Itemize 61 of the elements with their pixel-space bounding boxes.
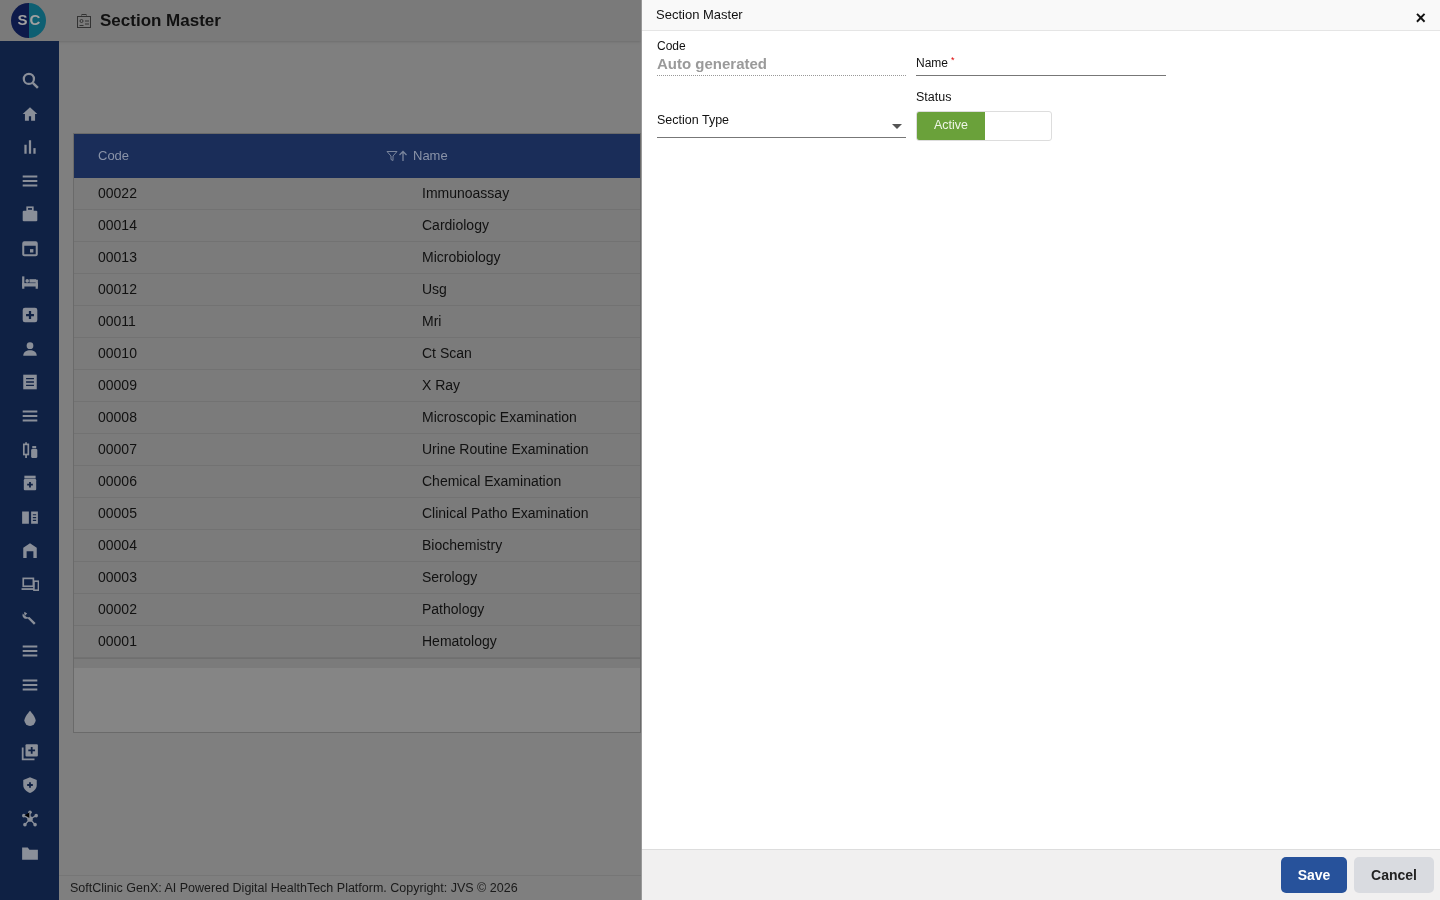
- calendar-icon[interactable]: [20, 238, 39, 257]
- briefcase-icon[interactable]: [20, 205, 39, 224]
- table-cell-text: 00007: [98, 440, 138, 459]
- copyright-text: SoftClinic GenX: AI Powered Digital HealthTech Platform. Copyright: JVS © 2026: [70, 879, 518, 897]
- table-cell-text: Microbiology: [422, 248, 501, 267]
- close-button[interactable]: ×: [1415, 9, 1426, 27]
- table-cell-text: 00010: [98, 344, 138, 363]
- table-cell-text: Usg: [422, 280, 447, 299]
- section-type-dropdown[interactable]: Section Type: [657, 88, 906, 138]
- table-cell-text: 00022: [98, 184, 138, 203]
- search-icon[interactable]: [20, 71, 39, 89]
- dropdown-caret-icon: [892, 124, 902, 129]
- save-button[interactable]: Save: [1281, 857, 1347, 893]
- table-cell-text: Serology: [422, 568, 478, 587]
- document-icon[interactable]: [20, 373, 39, 392]
- table-cell-text: 00012: [98, 280, 138, 299]
- table-cell-text: Pathology: [422, 600, 485, 619]
- table-cell-text: 00005: [98, 504, 138, 523]
- table-cell-text: 00008: [98, 408, 138, 427]
- page-title: Section Master: [100, 9, 221, 32]
- logo-letter: S: [11, 3, 29, 38]
- table-cell-text: 00013: [98, 248, 138, 267]
- table-cell-text: X Ray: [422, 376, 461, 395]
- table-cell-text: Urine Routine Examination: [422, 440, 589, 459]
- field-label: Name: [916, 55, 948, 72]
- table-cell-text: 00001: [98, 632, 138, 651]
- table-cell-text: Chemical Examination: [422, 472, 562, 491]
- table-cell-text: Clinical Patho Examination: [422, 504, 589, 523]
- table-cell-text: Mri: [422, 312, 442, 331]
- table-cell-text: 00002: [98, 600, 138, 619]
- building-icon[interactable]: [20, 541, 39, 560]
- shield-icon[interactable]: [20, 776, 39, 795]
- sort-arrow-icon[interactable]: [398, 150, 408, 162]
- required-mark: *: [951, 53, 955, 67]
- table-cell-text: Hematology: [422, 632, 497, 651]
- table-cell-text: 00014: [98, 216, 138, 235]
- table-cell-text: 00009: [98, 376, 138, 395]
- vial-icon[interactable]: [20, 440, 39, 459]
- column-header[interactable]: Code: [98, 146, 386, 166]
- cancel-button[interactable]: Cancel: [1354, 857, 1434, 893]
- table-cell-text: 00006: [98, 472, 138, 491]
- column-header[interactable]: Name: [413, 146, 448, 166]
- table-cell-text: 00003: [98, 568, 138, 587]
- filter-icon[interactable]: [386, 150, 398, 162]
- name-field[interactable]: Name *: [916, 37, 1166, 76]
- table-cell-text: Microscopic Examination: [422, 408, 577, 427]
- field-label: Status: [916, 89, 953, 106]
- table-cell-text: 00004: [98, 536, 138, 555]
- table-cell-text: Biochemistry: [422, 536, 503, 555]
- plus-square-icon[interactable]: [20, 306, 39, 325]
- id-card-icon: [76, 12, 92, 29]
- person-icon[interactable]: [20, 339, 39, 358]
- field-value: Auto generated: [657, 55, 768, 73]
- table-cell-text: Immunoassay: [422, 184, 510, 203]
- network-icon[interactable]: [20, 810, 39, 829]
- add-copy-icon[interactable]: [20, 742, 39, 761]
- field-label: Code: [657, 38, 687, 55]
- dialog-title: Section Master: [656, 6, 743, 25]
- table-cell-text: Ct Scan: [422, 344, 472, 363]
- table-cell-text: 00011: [98, 312, 137, 331]
- table-cell-text: Cardiology: [422, 216, 489, 235]
